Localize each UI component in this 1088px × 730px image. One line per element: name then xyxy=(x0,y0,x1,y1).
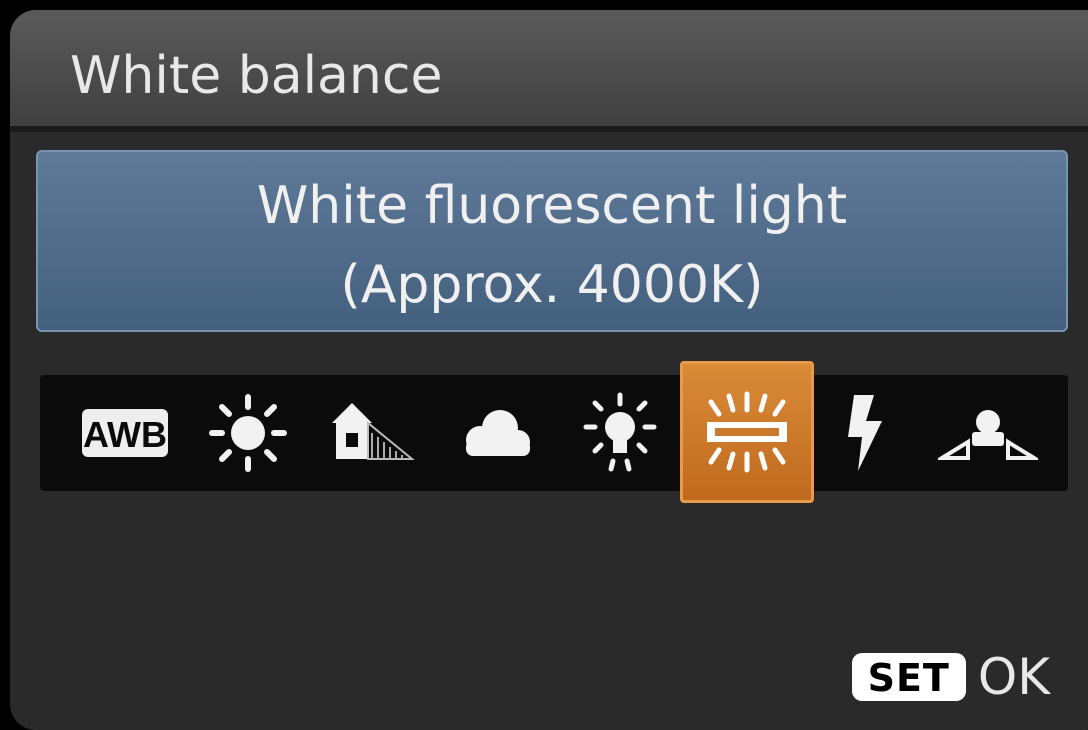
wb-option-flash[interactable] xyxy=(830,375,900,491)
sun-icon xyxy=(209,394,287,472)
mode-name: White fluorescent light xyxy=(256,176,848,236)
wb-option-awb[interactable]: AWB xyxy=(78,375,172,491)
wb-option-fluorescent[interactable] xyxy=(680,361,814,503)
page-title: White balance xyxy=(70,46,443,106)
wb-option-custom[interactable] xyxy=(938,375,1038,491)
tungsten-bulb-icon xyxy=(583,392,657,472)
set-button[interactable]: SET xyxy=(851,653,966,701)
svg-text:AWB: AWB xyxy=(83,414,167,455)
ok-label: OK xyxy=(977,648,1050,706)
shade-house-icon xyxy=(332,403,415,460)
wb-option-cloudy[interactable] xyxy=(452,375,542,491)
flash-bolt-icon xyxy=(848,395,882,471)
wb-option-tungsten[interactable] xyxy=(580,375,660,491)
fluorescent-light-icon xyxy=(707,391,787,473)
wb-option-shade[interactable] xyxy=(326,375,416,491)
white-balance-screen: White balance White fluorescent light (A… xyxy=(10,10,1088,730)
footer-hint: SET OK xyxy=(851,648,1050,706)
custom-wb-icon xyxy=(938,410,1038,460)
wb-option-daylight[interactable] xyxy=(208,375,288,491)
selected-mode-display: White fluorescent light (Approx. 4000K) xyxy=(36,150,1068,332)
mode-temperature: (Approx. 4000K) xyxy=(340,255,764,315)
cloud-icon xyxy=(466,410,530,456)
header-bar: White balance xyxy=(10,10,1088,130)
header-divider xyxy=(10,126,1088,132)
wb-mode-strip: AWB xyxy=(40,361,1068,503)
auto-white-balance-icon: AWB xyxy=(82,409,168,457)
